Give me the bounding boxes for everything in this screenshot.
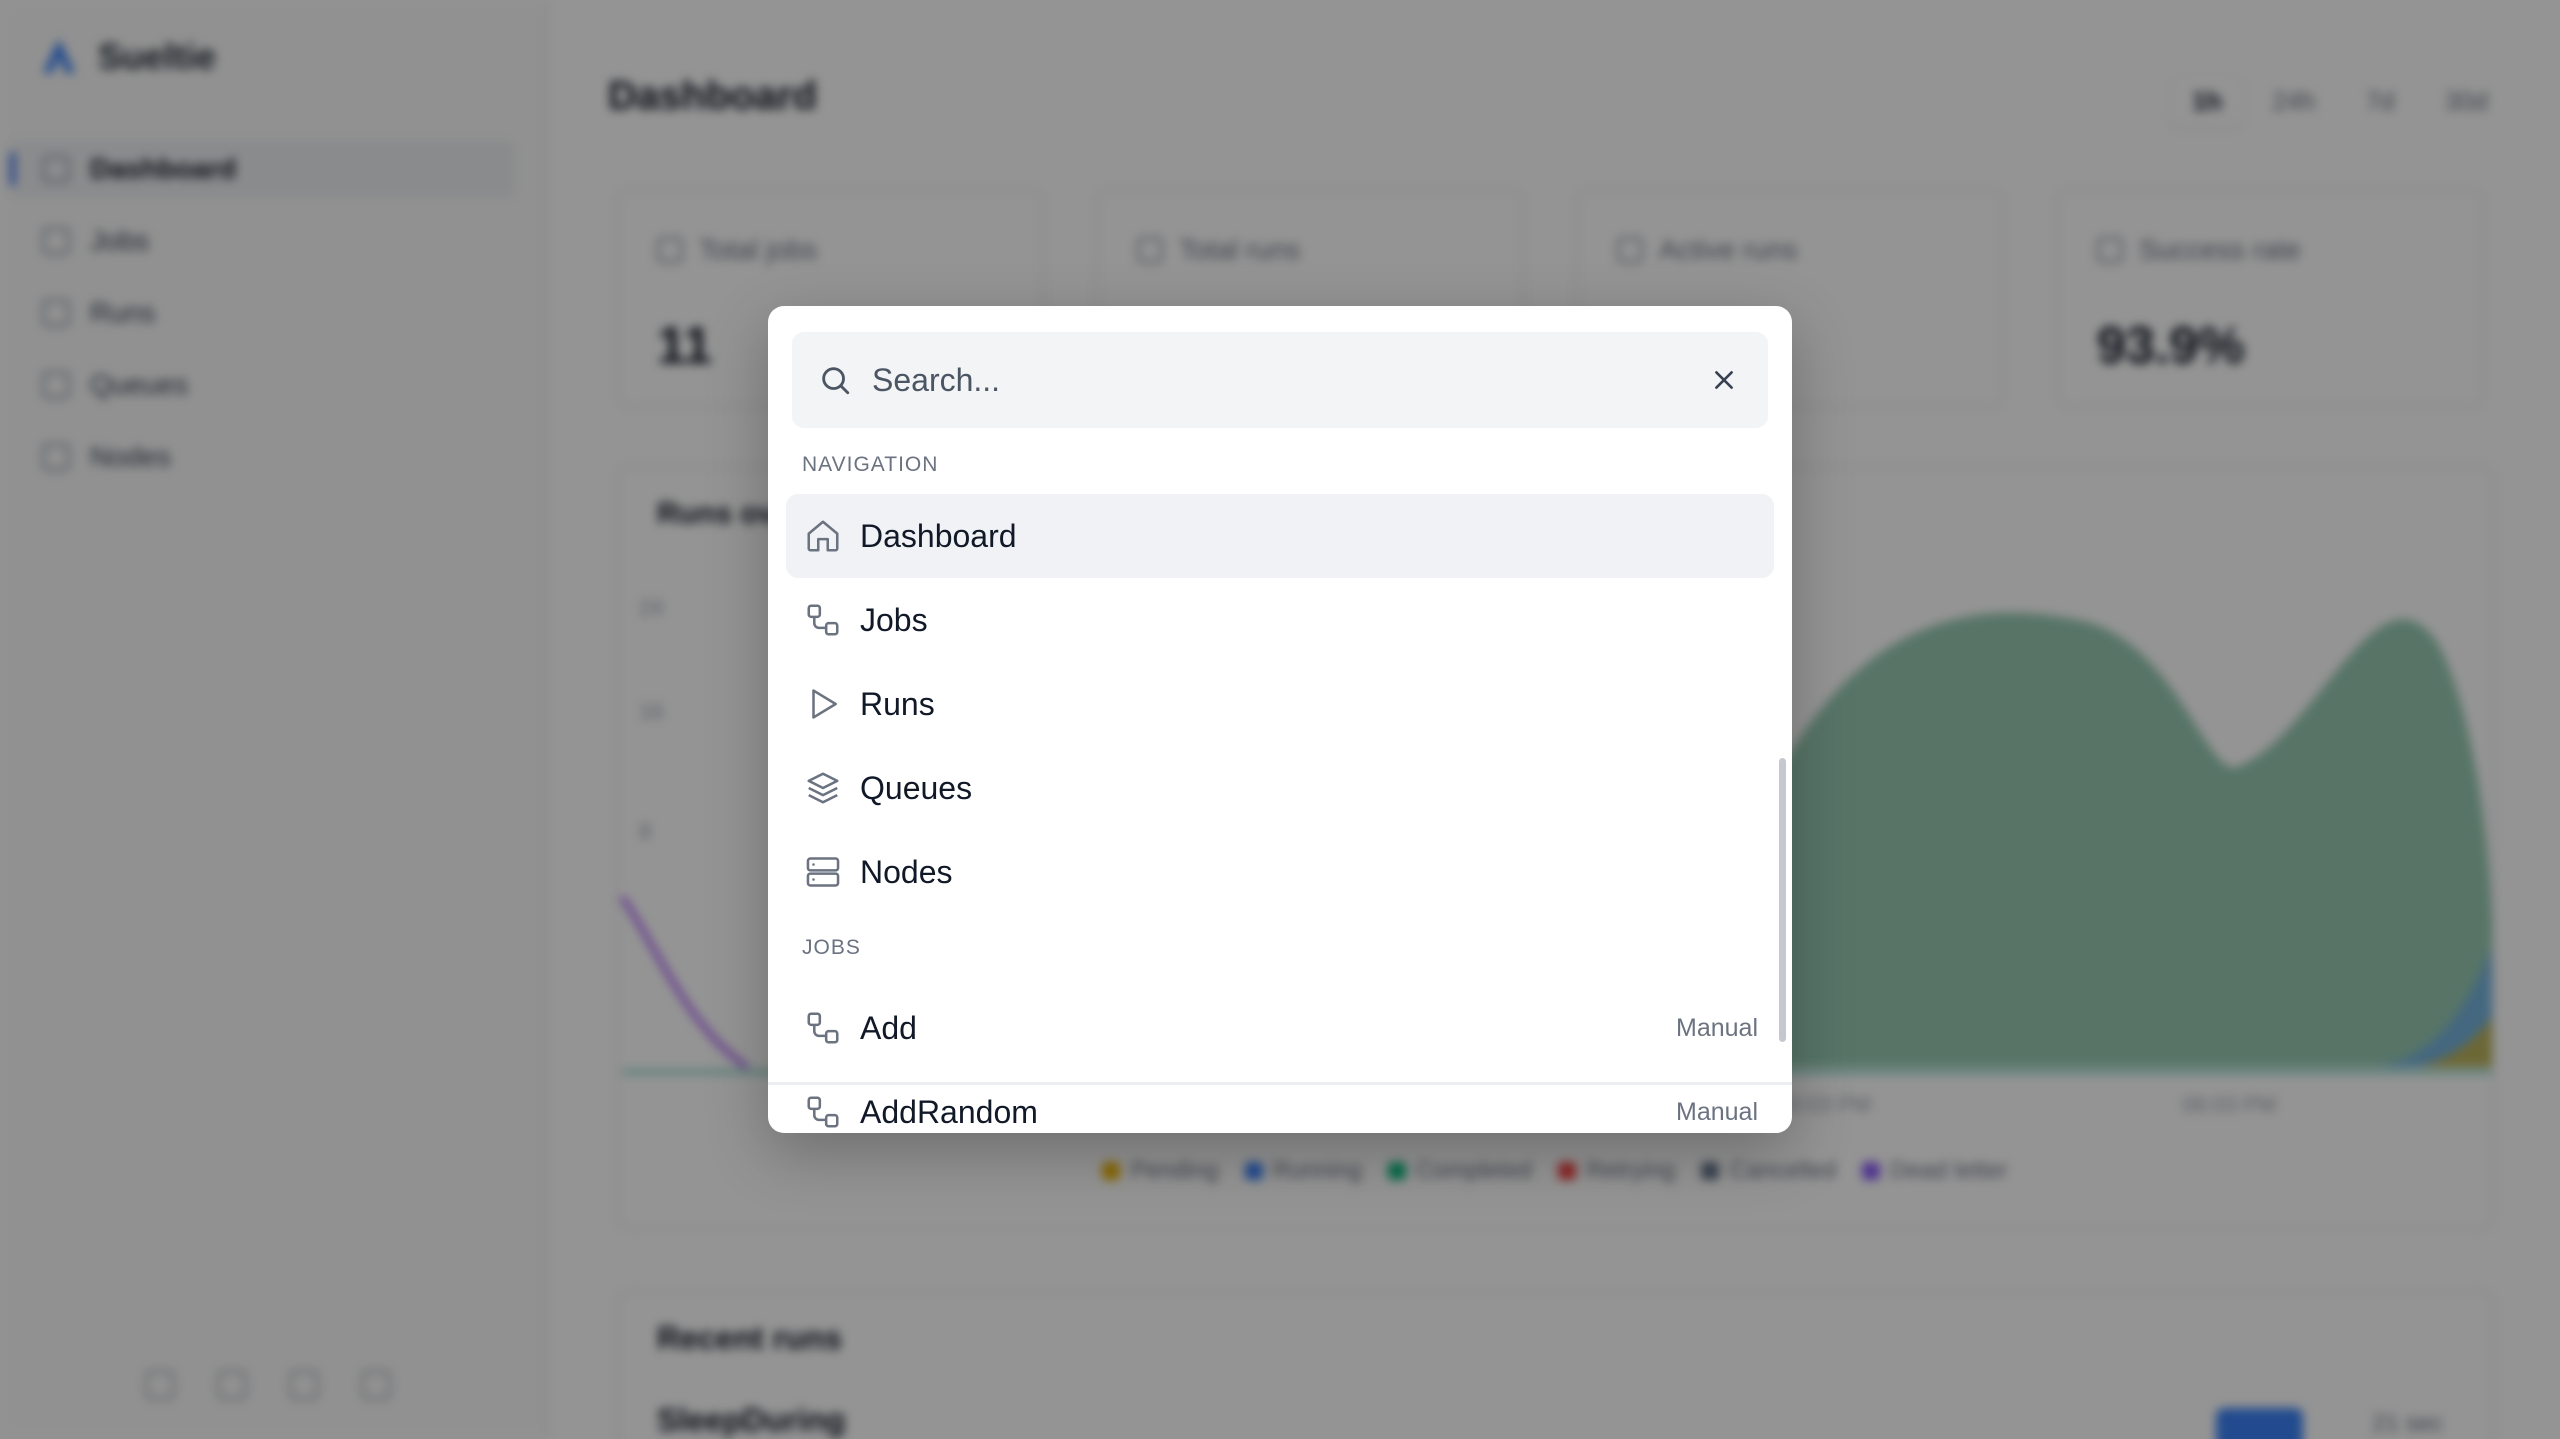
play-icon <box>812 689 837 719</box>
results-list: NAVIGATION Dashboard Jobs Runs Queues No… <box>768 446 1792 1133</box>
result-item-queues[interactable]: Queues <box>786 746 1774 830</box>
result-item-label: Queues <box>860 769 973 806</box>
layers-icon <box>807 772 839 804</box>
server-icon <box>806 857 840 887</box>
result-item-runs[interactable]: Runs <box>786 662 1774 746</box>
result-item-label: Runs <box>860 685 935 722</box>
result-item-job-addrandom[interactable]: AddRandom Manual <box>786 1070 1774 1133</box>
result-item-label: Nodes <box>860 853 953 890</box>
workflow-icon <box>807 604 839 636</box>
section-label-jobs: JOBS <box>802 936 861 959</box>
command-palette: NAVIGATION Dashboard Jobs Runs <box>768 306 1792 1133</box>
section-label-navigation: NAVIGATION <box>802 453 939 476</box>
result-item-label: Add <box>860 1009 917 1046</box>
result-item-jobs[interactable]: Jobs <box>786 578 1774 662</box>
close-button[interactable] <box>1706 362 1742 398</box>
job-trigger-label: Manual <box>1676 1013 1758 1042</box>
search-icon <box>822 367 850 395</box>
workflow-icon <box>807 1096 839 1128</box>
result-item-nodes[interactable]: Nodes <box>786 830 1774 914</box>
home-icon <box>807 520 839 552</box>
result-item-label: Jobs <box>860 601 928 638</box>
close-icon <box>1715 371 1733 389</box>
search-input[interactable] <box>872 361 1706 399</box>
workflow-icon <box>807 1012 839 1044</box>
search-box <box>792 332 1768 428</box>
result-item-label: Dashboard <box>860 517 1017 554</box>
job-trigger-label: Manual <box>1676 1097 1758 1126</box>
result-item-label: AddRandom <box>860 1093 1038 1130</box>
results-scrollbar[interactable] <box>1779 758 1786 1042</box>
result-item-job-add[interactable]: Add Manual <box>786 986 1774 1070</box>
result-item-dashboard[interactable]: Dashboard <box>786 494 1774 578</box>
